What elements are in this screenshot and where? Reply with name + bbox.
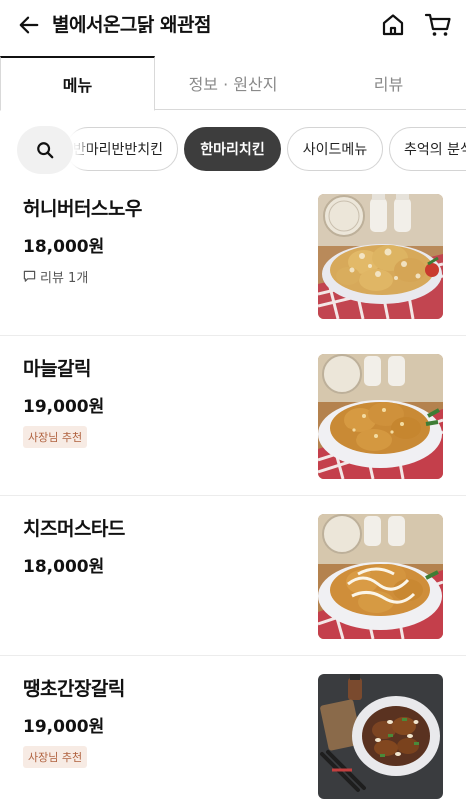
- category-chip-snack[interactable]: 추억의 분식: [389, 127, 466, 171]
- category-search-button[interactable]: [17, 126, 73, 174]
- menu-item-name: 치즈머스타드: [23, 518, 125, 540]
- store-title: 별에서온그닭 왜관점: [52, 14, 211, 36]
- menu-item[interactable]: 치즈머스타드 18,000원: [0, 496, 466, 656]
- tab-info-origin[interactable]: 정보 · 원산지: [155, 56, 311, 110]
- arrow-left-icon: [19, 16, 39, 34]
- menu-item-price: 18,000원: [23, 237, 105, 257]
- menu-item-name: 마늘갈릭: [23, 358, 91, 380]
- category-chip-half-half[interactable]: 반마리반반치킨: [66, 127, 178, 171]
- cheese-mustard-chicken-photo: [318, 514, 443, 639]
- menu-item-price: 19,000원: [23, 717, 105, 737]
- tab-reviews[interactable]: 리뷰: [311, 56, 466, 110]
- menu-item-price: 19,000원: [23, 397, 105, 417]
- tab-menu[interactable]: 메뉴: [0, 56, 155, 111]
- owner-recommend-badge: 사장님 추천: [23, 746, 88, 768]
- tab-bar: 메뉴 정보 · 원산지 리뷰: [0, 56, 466, 111]
- menu-item[interactable]: 땡초간장갈릭 19,000원 사장님 추천: [0, 656, 466, 810]
- menu-item[interactable]: 허니버터스노우 18,000원 리뷰 1개: [0, 176, 466, 336]
- menu-item[interactable]: 마늘갈릭 19,000원 사장님 추천: [0, 336, 466, 496]
- speech-bubble-icon: [23, 270, 36, 282]
- category-chip-whole-chicken[interactable]: 한마리치킨: [184, 127, 281, 171]
- cart-icon: [424, 13, 451, 36]
- menu-item-name: 땡초간장갈릭: [23, 678, 125, 700]
- search-icon: [37, 142, 54, 159]
- menu-item-review-label: 리뷰 1개: [40, 271, 89, 286]
- home-icon: [382, 14, 404, 36]
- category-chip-side-menu[interactable]: 사이드메뉴: [287, 127, 383, 171]
- owner-recommend-badge: 사장님 추천: [23, 426, 88, 448]
- app-header: 별에서온그닭 왜관점: [0, 0, 466, 52]
- menu-item-review-count: 리뷰 1개: [23, 267, 88, 286]
- spicy-soy-garlic-chicken-photo: [318, 674, 443, 799]
- honey-butter-snow-chicken-photo: [318, 194, 443, 319]
- menu-item-price: 18,000원: [23, 557, 105, 577]
- garlic-chicken-photo: [318, 354, 443, 479]
- home-button[interactable]: [380, 12, 406, 38]
- category-chip-bar: 반마리반반치킨 한마리치킨 사이드메뉴 추억의 분식: [0, 126, 466, 174]
- menu-item-name: 허니버터스노우: [23, 198, 142, 220]
- cart-button[interactable]: [424, 12, 452, 38]
- back-button[interactable]: [16, 12, 42, 38]
